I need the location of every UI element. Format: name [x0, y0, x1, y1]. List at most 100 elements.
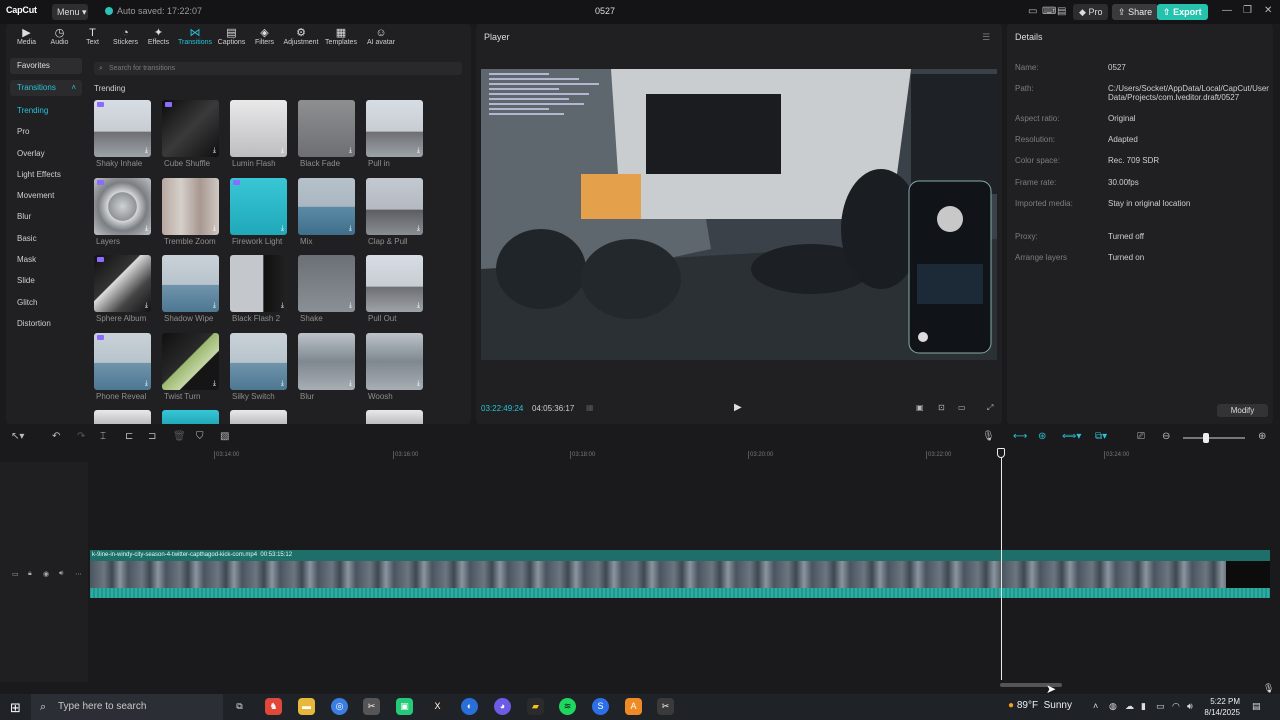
- sidebar-item-basic[interactable]: Basic: [6, 228, 86, 249]
- image-icon[interactable]: ▧: [220, 431, 229, 442]
- transition-thumbnail[interactable]: ⤓: [298, 332, 355, 390]
- undo-icon[interactable]: ↶: [52, 431, 60, 442]
- timeline-map-icon[interactable]: ▦: [586, 403, 594, 412]
- download-icon[interactable]: ⤓: [417, 380, 420, 388]
- pro-button[interactable]: ◆ Pro: [1073, 4, 1109, 20]
- download-icon[interactable]: ⤓: [145, 147, 148, 155]
- sidebar-item-light-effects[interactable]: Light Effects: [6, 164, 86, 185]
- transition-thumbnail[interactable]: ⤓: [366, 100, 423, 157]
- tool-tab-effects[interactable]: ✦ Effects: [142, 24, 175, 52]
- weather-widget[interactable]: ● 89°F Sunny: [1008, 700, 1072, 711]
- transition-thumbnail[interactable]: ⤓: [162, 177, 219, 235]
- app-green-icon[interactable]: ▣: [396, 698, 413, 715]
- caption-track-icon[interactable]: ⎚: [1137, 431, 1145, 442]
- transition-thumbnail[interactable]: ⤓: [94, 255, 151, 312]
- sidebar-item-mask[interactable]: Mask: [6, 249, 86, 270]
- download-icon[interactable]: ⤓: [349, 380, 352, 388]
- menu-button[interactable]: Menu ▾: [52, 4, 88, 20]
- download-icon[interactable]: ⤓: [281, 302, 284, 310]
- playhead[interactable]: [1001, 448, 1002, 680]
- redo-icon[interactable]: ↷: [77, 431, 85, 442]
- transition-thumbnail[interactable]: ⤓: [230, 255, 287, 312]
- tool-tab-text[interactable]: T Text: [76, 24, 109, 52]
- download-icon[interactable]: ⤓: [417, 147, 420, 155]
- tray-display-icon[interactable]: ▭: [1156, 701, 1165, 712]
- game-app-icon[interactable]: ▰: [527, 698, 544, 715]
- marker-icon[interactable]: ⛉: [196, 431, 204, 442]
- capcut-taskbar-icon[interactable]: ✂: [363, 698, 380, 715]
- skype-icon[interactable]: S: [592, 698, 609, 715]
- download-icon[interactable]: ⤓: [281, 147, 284, 155]
- video-clip[interactable]: [90, 561, 1270, 588]
- sidebar-favorites[interactable]: Favorites: [10, 58, 82, 74]
- tool-tab-transitions[interactable]: ⋈ Transitions: [175, 24, 215, 52]
- transition-thumbnail[interactable]: ⤓: [162, 255, 219, 312]
- transition-thumbnail[interactable]: ⤓: [298, 100, 355, 157]
- download-icon[interactable]: ⤓: [417, 302, 420, 310]
- sidebar-item-movement[interactable]: Movement: [6, 185, 86, 206]
- download-icon[interactable]: ⤓: [213, 225, 216, 233]
- sidebar-transitions[interactable]: Transitions ˄: [10, 80, 82, 96]
- transition-thumbnail[interactable]: ⤓: [366, 255, 423, 312]
- full-icon[interactable]: ▣: [916, 403, 924, 412]
- tool-tab-audio[interactable]: ◷ Audio: [43, 24, 76, 52]
- transition-thumbnail[interactable]: ⤓: [94, 332, 151, 390]
- zoom-slider[interactable]: [1183, 437, 1245, 439]
- modify-button[interactable]: Modify: [1217, 404, 1268, 417]
- volume-icon[interactable]: 🔊︎: [1187, 701, 1193, 712]
- download-icon[interactable]: ⤓: [417, 225, 420, 233]
- download-icon[interactable]: ⤓: [145, 302, 148, 310]
- transition-thumbnail[interactable]: ⤓: [366, 177, 423, 235]
- video-preview[interactable]: [481, 69, 997, 360]
- tool-tab-media[interactable]: ▶ Media: [10, 24, 43, 52]
- tool-tab-stickers[interactable]: ◔ Stickers: [109, 24, 142, 52]
- brave-browser-icon[interactable]: ♞: [265, 698, 282, 715]
- zoom-out-icon[interactable]: ⊖: [1162, 431, 1170, 442]
- select-tool-icon[interactable]: ↖▾: [11, 431, 24, 442]
- sidebar-item-blur[interactable]: Blur: [6, 206, 86, 227]
- transition-thumbnail[interactable]: ⤓: [162, 332, 219, 390]
- task-view-icon[interactable]: ⧉: [231, 698, 248, 715]
- download-icon[interactable]: ⤓: [213, 302, 216, 310]
- windows-start-icon[interactable]: ⊞: [10, 700, 21, 716]
- transition-thumbnail[interactable]: [94, 410, 151, 424]
- shortcut-icon[interactable]: ⌨: [1042, 6, 1056, 17]
- zoom-in-icon[interactable]: ⊕: [1258, 431, 1266, 442]
- transition-thumbnail[interactable]: ⤓: [162, 100, 219, 157]
- download-icon[interactable]: ⤓: [281, 380, 284, 388]
- wifi-icon[interactable]: ◠: [1172, 701, 1180, 712]
- edge-icon[interactable]: ◐: [461, 698, 478, 715]
- tool-tab-captions[interactable]: ▤ Captions: [215, 24, 248, 52]
- taskbar-search-input[interactable]: ⌕ Type here to search: [31, 694, 223, 720]
- app-orange-icon[interactable]: A: [625, 698, 642, 715]
- download-icon[interactable]: ⤓: [349, 225, 352, 233]
- download-icon[interactable]: ⤓: [349, 147, 352, 155]
- more-icon[interactable]: ⋯: [75, 570, 82, 578]
- sidebar-item-pro[interactable]: Pro: [6, 121, 86, 142]
- hamburger-icon[interactable]: ☰: [982, 32, 990, 43]
- transition-thumbnail[interactable]: ⤓: [230, 177, 287, 235]
- x-app-icon[interactable]: X: [429, 698, 446, 715]
- close-icon[interactable]: ✕: [1264, 5, 1272, 16]
- chrome-icon[interactable]: ◎: [331, 698, 348, 715]
- search-input[interactable]: ⌕ Search for transitions: [94, 62, 462, 75]
- tool-tab-ai-avatar[interactable]: ☺ AI avatar: [361, 24, 401, 52]
- lock-icon[interactable]: 🔒︎: [28, 570, 32, 578]
- transition-thumbnail[interactable]: ⤓: [366, 332, 423, 390]
- delete-icon[interactable]: 🗑: [173, 431, 186, 442]
- transition-thumbnail[interactable]: ⤓: [298, 177, 355, 235]
- snap-icon[interactable]: ⟺▾: [1062, 431, 1081, 442]
- split-left-icon[interactable]: ⊏: [125, 431, 133, 442]
- spotify-icon[interactable]: ≋: [559, 698, 576, 715]
- magnet-icon[interactable]: ⊛: [1038, 431, 1046, 442]
- transition-thumbnail[interactable]: ⤓: [298, 255, 355, 312]
- share-button[interactable]: ⇪ Share: [1112, 4, 1159, 20]
- split-right-icon[interactable]: ⊐: [148, 431, 156, 442]
- fullscreen-icon[interactable]: ⤢: [987, 403, 993, 413]
- audio-waveform[interactable]: [90, 588, 1270, 598]
- snapshot-icon[interactable]: ⊡: [938, 403, 945, 412]
- download-icon[interactable]: ⤓: [213, 380, 216, 388]
- download-icon[interactable]: ⤓: [281, 225, 284, 233]
- video-clip-header[interactable]: k-9ine-in-windy-city-season-4-twitter-ca…: [90, 550, 1270, 561]
- maximize-icon[interactable]: ❐: [1243, 5, 1252, 16]
